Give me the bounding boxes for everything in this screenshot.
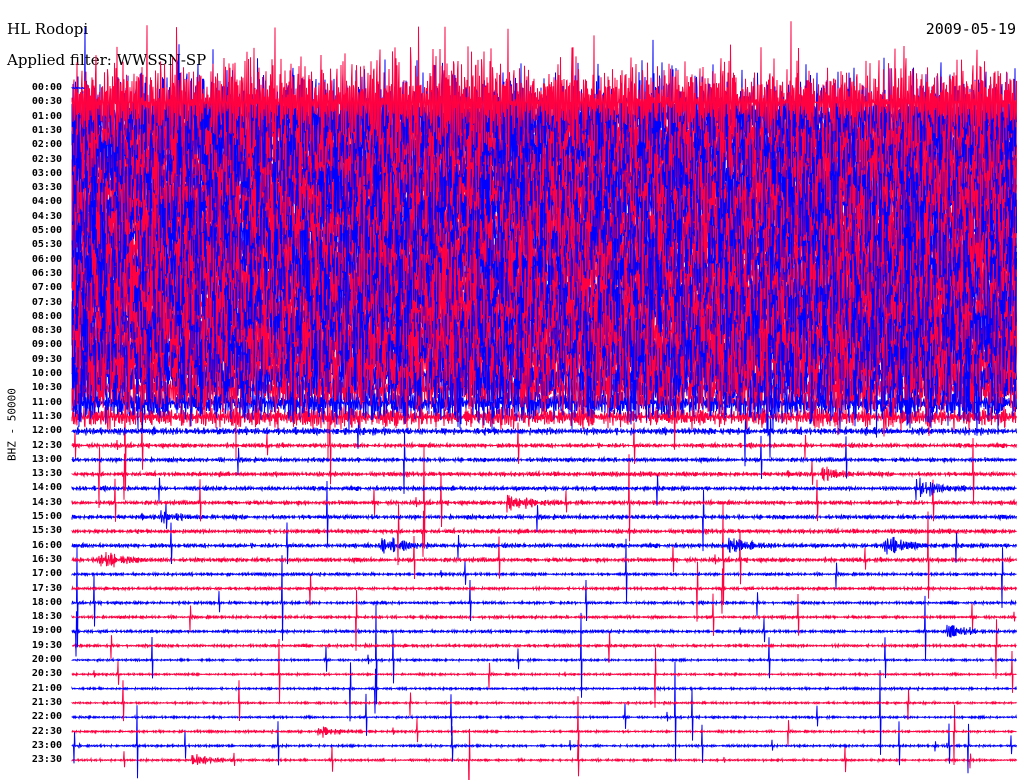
trace-row-1900 [71, 595, 1017, 660]
trace-row-2100 [71, 662, 1017, 722]
trace-row-1830 [71, 590, 1017, 651]
trace-row-2130 [71, 680, 1017, 722]
trace-row-1300 [71, 432, 1017, 494]
trace-row-1730 [71, 561, 1017, 622]
trace-row-1500 [71, 480, 1017, 552]
trace-row-1330 [71, 438, 1017, 508]
trace-row-2230 [71, 696, 1017, 766]
trace-row-2030 [71, 638, 1017, 708]
trace-row-2330 [71, 728, 1017, 780]
trace-row-1530 [71, 504, 1017, 566]
trace-row-1930 [72, 619, 1017, 679]
trace-row-1700 [71, 538, 1017, 608]
helicorder-plot [71, 21, 1017, 780]
